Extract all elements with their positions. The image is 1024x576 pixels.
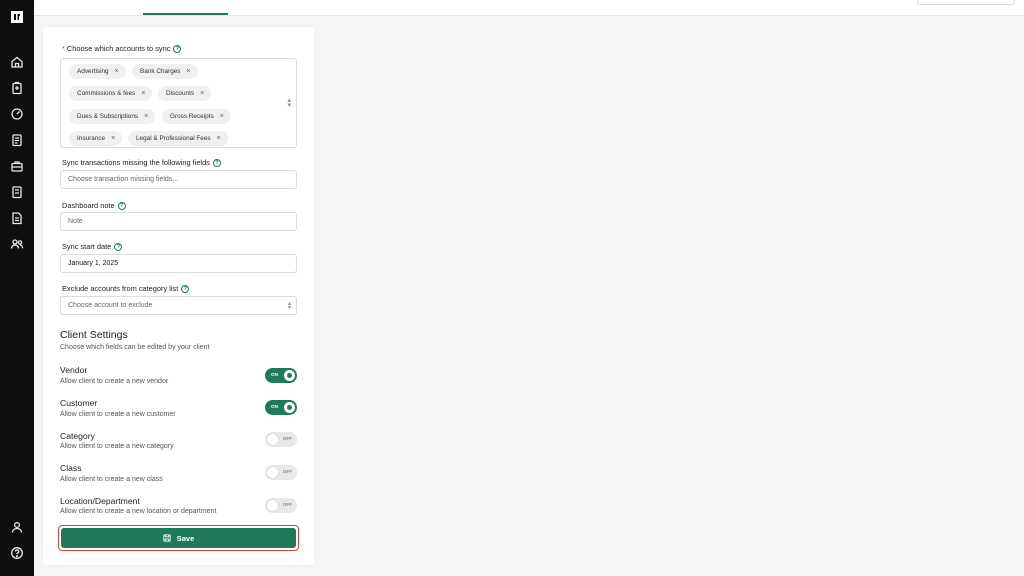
user-icon[interactable] — [10, 520, 24, 534]
account-chip[interactable]: Dues & Subscriptions × — [69, 109, 156, 124]
setting-title-vendor: Vendor — [60, 365, 88, 375]
start-date-label: Sync start date ? — [62, 242, 123, 251]
setting-title-class: Class — [60, 463, 82, 473]
account-chip[interactable]: Discounts × — [158, 86, 212, 101]
chevron-updown-icon[interactable]: ▴ ▾ — [287, 97, 291, 109]
logo-icon[interactable] — [9, 9, 25, 25]
remove-icon[interactable]: × — [115, 68, 119, 75]
accounts-label: * Choose which accounts to sync ? — [62, 44, 182, 53]
account-chip[interactable]: Commissions & fees × — [69, 86, 153, 101]
setting-desc-location: Allow client to create a new location or… — [60, 508, 217, 515]
toggle-knob — [267, 467, 278, 478]
book-icon[interactable] — [10, 185, 24, 199]
remove-icon[interactable]: × — [217, 135, 221, 142]
missing-fields-label: Sync transactions missing the following … — [62, 158, 221, 167]
sidebar — [0, 0, 34, 576]
setting-desc-vendor: Allow client to create a new vendor — [60, 378, 169, 385]
remove-icon[interactable]: × — [141, 90, 145, 97]
save-button[interactable]: Save — [61, 528, 296, 548]
category-toggle[interactable]: OFF — [265, 432, 297, 447]
save-icon — [162, 534, 171, 542]
setting-title-location: Location/Department — [60, 496, 140, 506]
class-toggle[interactable]: OFF — [265, 465, 297, 480]
home-icon[interactable] — [10, 55, 24, 69]
dashboard-note-label: Dashboard note ? — [62, 201, 126, 210]
clipboard-icon[interactable] — [10, 81, 24, 95]
missing-fields-select[interactable]: Choose transaction missing fields... — [60, 170, 297, 189]
help-icon[interactable]: ? — [117, 201, 126, 210]
exclude-accounts-select[interactable]: Choose account to exclude ▴ ▾ — [60, 296, 297, 315]
toggle-knob — [284, 402, 295, 413]
active-tab-indicator — [143, 13, 228, 15]
remove-icon[interactable]: × — [111, 135, 115, 142]
file-text-icon[interactable] — [10, 211, 24, 225]
help-icon[interactable]: ? — [181, 284, 190, 293]
top-search-input[interactable] — [917, 0, 1015, 5]
toggle-knob — [284, 370, 295, 381]
help-icon[interactable]: ? — [173, 44, 182, 53]
briefcase-icon[interactable] — [10, 159, 24, 173]
chevron-updown-icon: ▴ ▾ — [287, 301, 291, 311]
remove-icon[interactable]: × — [144, 113, 148, 120]
gauge-icon[interactable] — [10, 107, 24, 121]
help-icon[interactable]: ? — [212, 158, 221, 167]
client-settings-title: Client Settings — [60, 329, 128, 341]
account-chip[interactable]: Gross Receipts × — [162, 109, 231, 124]
setting-desc-customer: Allow client to create a new customer — [60, 411, 176, 418]
remove-icon[interactable]: × — [200, 90, 204, 97]
location-toggle[interactable]: OFF — [265, 498, 297, 513]
vendor-toggle[interactable]: ON — [265, 368, 297, 383]
sync-settings-card: * Choose which accounts to sync ? Advert… — [43, 27, 314, 565]
help-icon[interactable] — [10, 546, 24, 560]
start-date-input[interactable]: January 1, 2025 — [60, 254, 297, 273]
remove-icon[interactable]: × — [220, 113, 224, 120]
setting-desc-class: Allow client to create a new class — [60, 476, 163, 483]
toggle-knob — [267, 500, 278, 511]
setting-title-customer: Customer — [60, 398, 98, 408]
exclude-accounts-label: Exclude accounts from category list ? — [62, 284, 190, 293]
dashboard-note-input[interactable]: Note — [60, 212, 297, 231]
account-chip[interactable]: Insurance × — [69, 131, 123, 146]
customer-toggle[interactable]: ON — [265, 400, 297, 415]
document-icon[interactable] — [10, 133, 24, 147]
setting-title-category: Category — [60, 431, 95, 441]
account-chip[interactable]: Advertising × — [69, 64, 126, 79]
client-settings-subtitle: Choose which fields can be edited by you… — [60, 344, 210, 351]
account-chip[interactable]: Legal & Professional Fees × — [128, 131, 228, 146]
help-icon[interactable]: ? — [114, 242, 123, 251]
account-chip[interactable]: Bank Charges × — [132, 64, 198, 79]
users-icon[interactable] — [10, 237, 24, 251]
toggle-knob — [267, 434, 278, 445]
accounts-multiselect[interactable]: Advertising × Bank Charges × Commissions &… — [60, 58, 297, 148]
top-tab-bar — [34, 0, 1024, 16]
setting-desc-category: Allow client to create a new category — [60, 443, 174, 450]
remove-icon[interactable]: × — [187, 68, 191, 75]
